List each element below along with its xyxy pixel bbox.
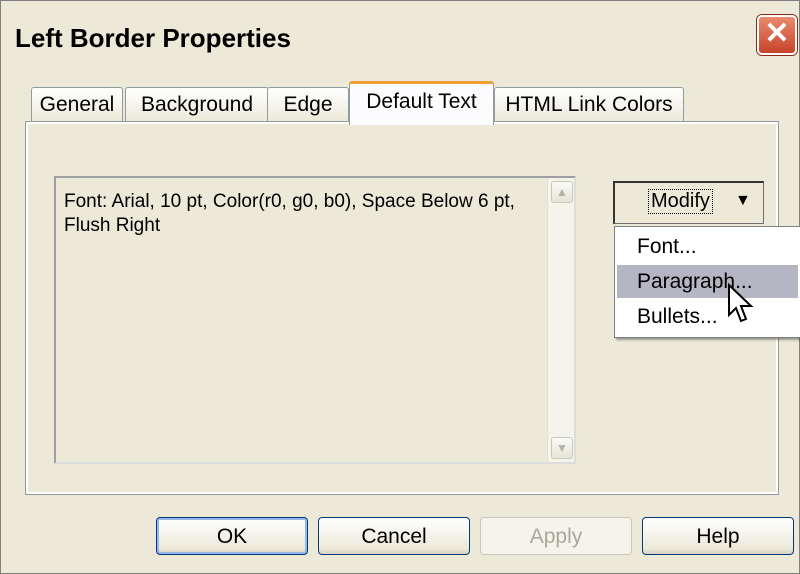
scroll-down-button[interactable]: ▼ — [551, 437, 573, 459]
tab-html-link-colors[interactable]: HTML Link Colors — [494, 87, 684, 122]
modify-label: Modify — [648, 189, 713, 214]
vertical-scrollbar[interactable]: ▲ ▼ — [547, 178, 574, 462]
dropdown-arrow-icon: ▼ — [735, 192, 751, 209]
dialog-window: Left Border Properties ✕ General Backgro… — [0, 0, 800, 574]
tab-general[interactable]: General — [31, 87, 123, 122]
window-title: Left Border Properties — [15, 23, 291, 53]
menu-item-paragraph[interactable]: Paragraph... — [617, 265, 798, 298]
close-icon: ✕ — [764, 17, 790, 50]
modify-button[interactable]: Modify ▼ — [613, 181, 764, 224]
cancel-button[interactable]: Cancel — [318, 517, 470, 555]
description-text: Font: Arial, 10 pt, Color(r0, g0, b0), S… — [64, 191, 515, 236]
menu-item-font[interactable]: Font... — [617, 230, 798, 263]
scroll-up-button[interactable]: ▲ — [551, 181, 573, 203]
ok-button[interactable]: OK — [156, 517, 308, 555]
tab-default-text[interactable]: Default Text — [349, 81, 494, 125]
description-textbox[interactable]: Font: Arial, 10 pt, Color(r0, g0, b0), S… — [54, 176, 576, 464]
tab-edge[interactable]: Edge — [267, 87, 349, 122]
menu-item-bullets[interactable]: Bullets... — [617, 300, 798, 333]
chevron-down-icon: ▼ — [556, 441, 568, 455]
close-button[interactable]: ✕ — [757, 15, 797, 55]
chevron-up-icon: ▲ — [556, 185, 568, 199]
help-button[interactable]: Help — [642, 517, 794, 555]
modify-menu: Font... Paragraph... Bullets... — [614, 226, 800, 338]
apply-button[interactable]: Apply — [480, 517, 632, 555]
title-bar: Left Border Properties ✕ — [1, 1, 799, 81]
mouse-pointer-icon — [728, 283, 754, 323]
tab-background[interactable]: Background — [125, 87, 269, 122]
